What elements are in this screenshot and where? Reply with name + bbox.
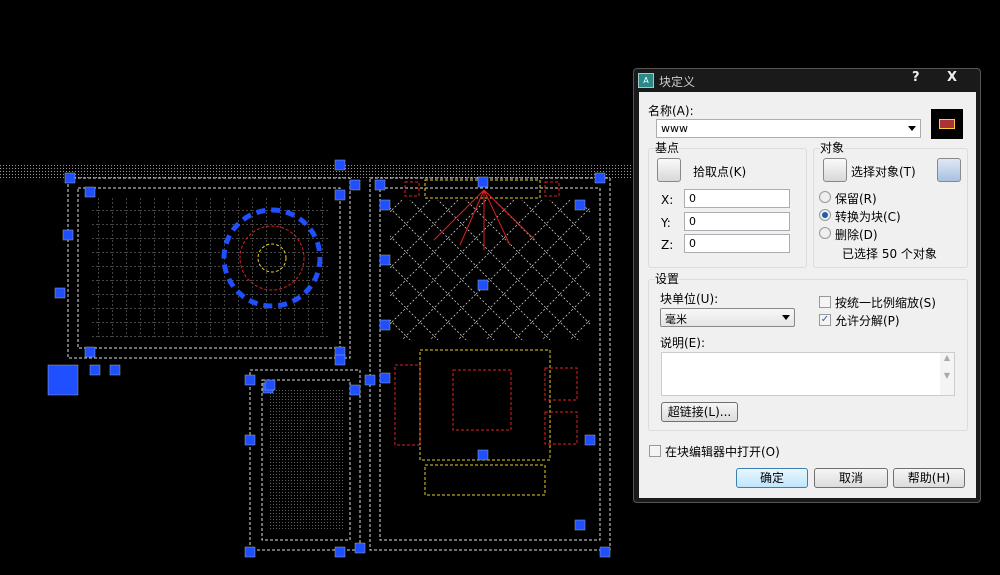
y-input[interactable]: 0 <box>684 212 790 231</box>
open-in-editor-checkbox[interactable] <box>649 445 661 457</box>
unit-label: 块单位(U): <box>660 292 719 306</box>
grip[interactable] <box>62 229 74 241</box>
ok-button[interactable]: 确定 <box>736 468 808 488</box>
grip[interactable] <box>477 279 489 291</box>
grip[interactable] <box>244 434 256 446</box>
hatch-area <box>268 390 344 530</box>
grip[interactable] <box>349 384 361 396</box>
grip[interactable] <box>244 374 256 386</box>
grip[interactable] <box>379 372 391 384</box>
grip[interactable] <box>584 434 596 446</box>
quick-select-filter-icon[interactable] <box>937 158 961 182</box>
block-definition-dialog: A 块定义 ? X 名称(A): www 基点 拾取点(K) X: 0 Y: 0… <box>633 68 981 503</box>
grip[interactable] <box>379 254 391 266</box>
pick-point-label[interactable]: 拾取点(K) <box>693 163 746 180</box>
cancel-button[interactable]: 取消 <box>814 468 888 488</box>
description-scrollbar[interactable]: ▲ ▼ <box>940 353 954 395</box>
pick-point-icon[interactable] <box>657 158 681 182</box>
help-question-button[interactable]: ? <box>912 70 920 85</box>
grip[interactable] <box>349 179 361 191</box>
dialog-body: 名称(A): www 基点 拾取点(K) X: 0 Y: 0 Z: 0 对象 选… <box>639 92 976 498</box>
x-input[interactable]: 0 <box>684 189 790 208</box>
grip[interactable] <box>334 354 346 366</box>
grip[interactable] <box>364 374 376 386</box>
grip[interactable] <box>599 546 611 558</box>
block-preview <box>931 109 963 139</box>
y-label: Y: <box>661 216 671 230</box>
grip[interactable] <box>574 519 586 531</box>
grip[interactable] <box>264 379 276 391</box>
grip[interactable] <box>334 159 346 171</box>
uniform-scale-label[interactable]: 按统一比例缩放(S) <box>835 294 936 311</box>
grip[interactable] <box>334 546 346 558</box>
grip[interactable] <box>477 176 489 188</box>
grip[interactable] <box>334 189 346 201</box>
retain-label[interactable]: 保留(R) <box>835 190 877 207</box>
close-button[interactable]: X <box>947 70 957 85</box>
grip[interactable] <box>109 364 121 376</box>
grip[interactable] <box>84 186 96 198</box>
grip[interactable] <box>89 364 101 376</box>
allow-explode-label[interactable]: 允许分解(P) <box>835 312 900 329</box>
chevron-down-icon[interactable] <box>908 126 916 131</box>
y-value: 0 <box>689 215 696 228</box>
hyperlink-button[interactable]: 超链接(L)... <box>661 402 738 422</box>
name-label: 名称(A): <box>648 104 694 118</box>
z-label: Z: <box>661 238 674 252</box>
grip[interactable] <box>374 179 386 191</box>
select-objects-label[interactable]: 选择对象(T) <box>851 163 916 180</box>
chevron-down-icon <box>782 315 790 320</box>
grip[interactable] <box>54 287 66 299</box>
select-objects-icon[interactable] <box>823 158 847 182</box>
allow-explode-checkbox[interactable]: ✓ <box>819 314 831 326</box>
delete-label[interactable]: 删除(D) <box>835 226 878 243</box>
retain-radio[interactable] <box>819 191 831 203</box>
unit-value: 毫米 <box>665 313 687 326</box>
base-point-label: 基点 <box>655 139 680 156</box>
grip[interactable] <box>64 172 76 184</box>
dialog-title: 块定义 <box>659 75 696 89</box>
floor-grid <box>90 198 330 338</box>
delete-radio[interactable] <box>819 227 831 239</box>
convert-label[interactable]: 转换为块(C) <box>835 208 901 225</box>
z-input[interactable]: 0 <box>684 234 790 253</box>
x-label: X: <box>661 193 674 207</box>
diamond-tiles <box>390 200 590 340</box>
grip[interactable] <box>354 542 366 554</box>
hatch-band <box>0 165 635 178</box>
x-value: 0 <box>689 192 696 205</box>
grip[interactable] <box>379 199 391 211</box>
name-value: www <box>661 122 688 135</box>
grip[interactable] <box>244 546 256 558</box>
uniform-scale-checkbox[interactable] <box>819 296 831 308</box>
convert-to-block-radio[interactable] <box>819 209 831 221</box>
grip[interactable] <box>477 449 489 461</box>
description-label: 说明(E): <box>660 336 705 350</box>
z-value: 0 <box>689 237 696 250</box>
grip[interactable] <box>594 172 606 184</box>
open-in-editor-label[interactable]: 在块编辑器中打开(O) <box>665 443 780 460</box>
grip-cluster[interactable] <box>47 364 79 396</box>
grip[interactable] <box>84 346 96 358</box>
dialog-titlebar[interactable]: A 块定义 ? X <box>634 69 980 91</box>
grip[interactable] <box>574 199 586 211</box>
autocad-app-icon: A <box>638 73 654 88</box>
selected-count: 已选择 50 个对象 <box>842 247 937 261</box>
settings-label: 设置 <box>655 270 680 287</box>
description-textarea[interactable]: ▲ ▼ <box>661 352 955 396</box>
help-button[interactable]: 帮助(H) <box>893 468 965 488</box>
grip[interactable] <box>379 319 391 331</box>
unit-select[interactable]: 毫米 <box>660 308 795 327</box>
name-combobox[interactable]: www <box>656 119 921 138</box>
objects-label: 对象 <box>820 139 845 156</box>
